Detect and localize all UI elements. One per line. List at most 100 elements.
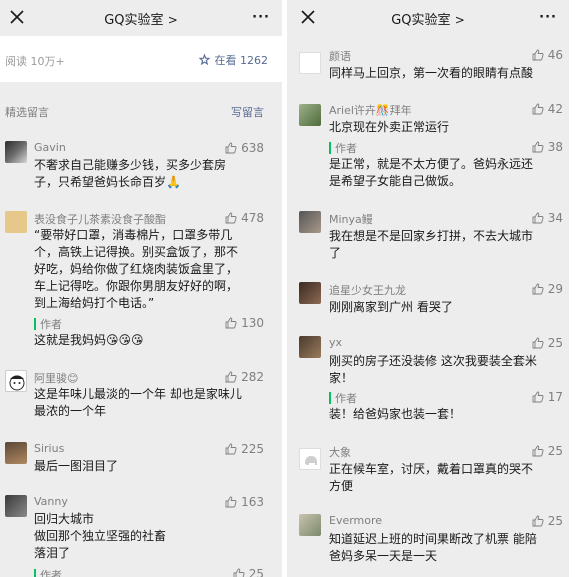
author-reply-marker [329, 392, 331, 404]
thumb-up-icon [225, 496, 237, 508]
avatar[interactable] [299, 448, 321, 470]
like-button[interactable]: 638 [225, 141, 264, 155]
like-button[interactable]: 225 [225, 442, 264, 456]
thumb-up-icon [225, 142, 237, 154]
article-stats: 阅读 10万+ 在看 1262 [0, 36, 282, 82]
reply-like-count: 130 [241, 316, 264, 330]
account-title[interactable]: GQ实验室 > [0, 9, 282, 28]
account-name: GQ实验室 [104, 13, 164, 28]
thumb-up-icon [532, 141, 544, 153]
comment-text: 同样马上回京，第一次看的眼睛有点酸 [329, 66, 534, 80]
like-count: 478 [241, 211, 264, 225]
like-button[interactable]: 282 [225, 370, 264, 384]
avatar[interactable] [299, 336, 321, 358]
reply-like-button[interactable]: 17 [532, 390, 563, 404]
like-count: 225 [241, 442, 264, 456]
thumb-up-icon [532, 337, 544, 349]
comment-text: 知道延迟上班的时间果断改了机票 能陪 爸妈多呆一天是一天 [329, 532, 537, 563]
reply-like-count: 38 [547, 140, 563, 154]
featured-comments-label: 精选留言 [5, 106, 49, 119]
like-button[interactable]: 478 [225, 211, 264, 225]
avatar[interactable] [299, 211, 321, 233]
thumb-up-icon [532, 49, 544, 61]
avatar[interactable] [5, 211, 27, 233]
comment-author: 表没食子儿茶素没食子酸酯 [34, 213, 166, 226]
write-comment-button[interactable]: 写留言 [231, 104, 264, 120]
comment-author: Sirius [34, 442, 65, 455]
comment-text: 刚刚离家到广州 看哭了 [329, 300, 453, 314]
comment-author: 颜语 [329, 50, 351, 63]
comment-text: 不奢求自己能赚多少钱，买多少套房 子，只希望爸妈长命百岁🙏 [34, 158, 227, 189]
thumb-up-icon [532, 445, 544, 457]
like-count: 638 [241, 141, 264, 155]
like-button[interactable]: 163 [225, 495, 264, 509]
like-button[interactable]: 25 [532, 444, 563, 458]
more-menu-icon[interactable]: ··· [252, 10, 270, 25]
author-reply-label: 作者 [40, 569, 62, 577]
comment-text: 回归大城市 做回那个独立坚强的社畜 落泪了 [34, 512, 167, 560]
comment-text: 正在候车室，讨厌，戴着口罩真的哭不 方便 [329, 462, 534, 493]
author-reply-text: 装！给爸妈家也装一套！ [329, 407, 462, 421]
comment-author: Ariel许卉🎊拜年 [329, 104, 412, 117]
like-count: 163 [241, 495, 264, 509]
reply-like-count: 17 [547, 390, 563, 404]
author-reply-label: 作者 [335, 142, 357, 155]
comment-author: 大象 [329, 446, 351, 459]
thumb-up-icon [225, 317, 237, 329]
like-button[interactable]: 25 [532, 336, 563, 350]
read-count: 阅读 10万+ [5, 55, 65, 68]
watching-button[interactable]: 在看 1262 [198, 52, 269, 68]
like-button[interactable]: 42 [532, 102, 563, 116]
author-reply-label: 作者 [40, 318, 62, 331]
author-reply-marker [329, 142, 331, 154]
like-count: 29 [547, 282, 563, 296]
thumb-up-icon [532, 391, 544, 403]
comment-text: 我在想是不是回家乡打拼，不去大城市 了 [329, 229, 534, 260]
comment-author: 阿里骏😊 [34, 372, 79, 385]
account-name: GQ实验室 [391, 13, 451, 28]
like-count: 282 [241, 370, 264, 384]
reply-like-button[interactable]: 38 [532, 140, 563, 154]
right-screen: GQ实验室 > ··· 颜语 46 同样马上回京，第一次看的眼睛有点酸 Arie… [287, 0, 569, 577]
nav-bar: GQ实验室 > ··· [287, 0, 569, 36]
comment-text: 刚买的房子还没装修 这次我要装全套米 家！ [329, 354, 537, 385]
avatar[interactable] [5, 442, 27, 464]
watching-count: 在看 1262 [214, 54, 269, 67]
featured-comments-header: 精选留言 写留言 [0, 98, 282, 126]
thumb-up-icon [225, 443, 237, 455]
reply-like-count: 25 [248, 567, 264, 577]
avatar[interactable] [5, 495, 27, 517]
like-button[interactable]: 25 [532, 514, 563, 528]
like-button[interactable]: 34 [532, 211, 563, 225]
elephant-icon [305, 456, 317, 465]
comment-author: Vanny [34, 495, 68, 508]
account-title[interactable]: GQ实验室 > [287, 9, 569, 28]
avatar[interactable] [299, 52, 321, 74]
more-menu-icon[interactable]: ··· [539, 10, 557, 25]
avatar[interactable] [5, 141, 27, 163]
author-reply-marker [34, 318, 36, 330]
avatar[interactable] [5, 370, 27, 392]
avatar[interactable] [299, 514, 321, 536]
thumb-up-icon [532, 283, 544, 295]
avatar[interactable] [299, 282, 321, 304]
comment-text: 这是年味儿最淡的一个年 却也是家味儿 最浓的一个年 [34, 387, 242, 418]
comment-author: Gavin [34, 141, 66, 154]
like-button[interactable]: 46 [532, 48, 563, 62]
thumb-up-icon [532, 103, 544, 115]
like-count: 34 [547, 211, 563, 225]
like-count: 25 [547, 444, 563, 458]
thumb-up-icon [233, 568, 245, 577]
like-button[interactable]: 29 [532, 282, 563, 296]
author-reply-label: 作者 [335, 392, 357, 405]
chevron-right-icon: > [454, 13, 465, 27]
left-screen: GQ实验室 > ··· 阅读 10万+ 在看 1262 精选留言 写留言 Gav… [0, 0, 282, 577]
comment-text: “要带好口罩，消毒棉片，口罩多带几 个，高铁上记得换。别买盒饭了，那不 好吃，妈… [34, 228, 239, 310]
comment-author: yx [329, 336, 343, 349]
reply-like-button[interactable]: 25 [233, 567, 264, 577]
avatar[interactable] [299, 104, 321, 126]
comment-text: 北京现在外卖正常运行 [329, 120, 450, 134]
reply-like-button[interactable]: 130 [225, 316, 264, 330]
cartoon-face-icon [9, 375, 25, 391]
like-count: 46 [547, 48, 563, 62]
